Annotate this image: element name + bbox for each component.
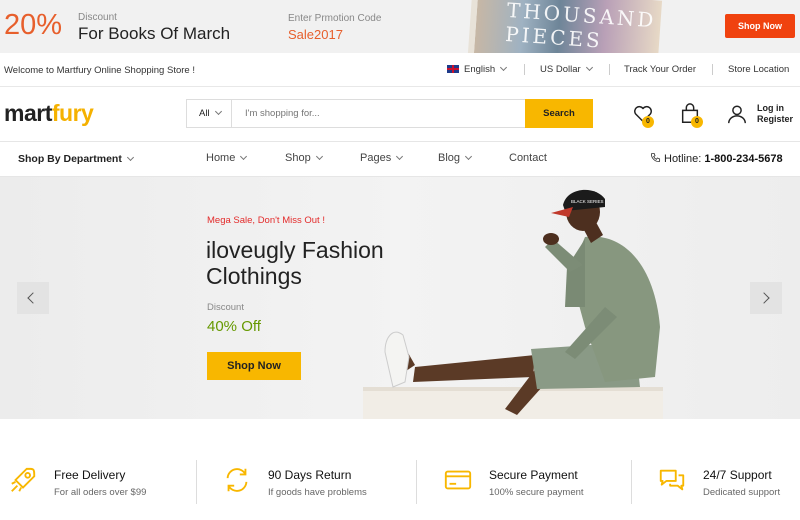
divider — [196, 460, 197, 504]
feature-title: 24/7 Support — [703, 468, 772, 482]
cart-button[interactable]: 0 — [679, 103, 703, 128]
promo-code: Sale2017 — [288, 27, 343, 42]
logo-part-mart: mart — [4, 100, 52, 126]
feature-title: Free Delivery — [54, 468, 126, 482]
feature-subtitle: If goods have problems — [268, 487, 367, 498]
promo-banner: 20% Discount For Books Of March Enter Pr… — [0, 0, 800, 53]
track-order-link[interactable]: Track Your Order — [624, 64, 696, 75]
nav-item-home[interactable]: Home — [206, 152, 248, 164]
currency-label: US Dollar — [540, 64, 581, 75]
slider-prev-button[interactable] — [17, 282, 49, 314]
register-link[interactable]: Register — [757, 114, 793, 125]
currency-selector[interactable]: US Dollar — [540, 63, 593, 75]
nav-label: Home — [206, 152, 236, 164]
chevron-down-icon — [396, 152, 404, 161]
hotline: Hotline: 1-800-234-5678 — [650, 152, 783, 165]
department-label: Shop By Department — [18, 153, 122, 165]
welcome-message: Welcome to Martfury Online Shopping Stor… — [4, 65, 195, 76]
shop-by-department-menu[interactable]: Shop By Department — [18, 153, 134, 165]
login-register[interactable]: Log in Register — [757, 103, 793, 125]
divider — [712, 64, 713, 75]
divider — [416, 460, 417, 504]
language-label: English — [464, 64, 496, 75]
account-button[interactable] — [726, 103, 748, 125]
cart-count-badge: 0 — [691, 116, 703, 128]
chevron-down-icon — [500, 63, 508, 72]
slider-next-button[interactable] — [750, 282, 782, 314]
divider — [524, 64, 525, 75]
chevron-down-icon — [315, 152, 323, 161]
promo-shop-now-button[interactable]: Shop Now — [725, 14, 795, 38]
chevron-left-icon — [27, 292, 39, 304]
main-nav: Shop By Department Home Shop Pages Blog … — [0, 143, 800, 177]
book-cover-text: THOUSAND PIECES — [504, 0, 658, 53]
wishlist-button[interactable]: 0 — [632, 103, 654, 128]
nav-item-pages[interactable]: Pages — [360, 152, 404, 164]
rocket-icon — [11, 467, 36, 492]
nav-item-contact[interactable]: Contact — [509, 152, 547, 164]
feature-title: Secure Payment — [489, 468, 578, 482]
hero-kicker: Mega Sale, Don't Miss Out ! — [207, 215, 325, 226]
feature-subtitle: Dedicated support — [703, 487, 781, 498]
search-button[interactable]: Search — [525, 99, 593, 128]
hero-slider: Mega Sale, Don't Miss Out ! iloveugly Fa… — [0, 177, 800, 419]
divider — [609, 64, 610, 75]
features-bar: Free Delivery For all oders over $99 90 … — [0, 455, 800, 515]
chevron-down-icon — [585, 63, 593, 72]
search-category-select[interactable]: All — [187, 100, 232, 127]
divider — [631, 460, 632, 504]
store-location-link[interactable]: Store Location — [728, 64, 789, 75]
login-link[interactable]: Log in — [757, 103, 793, 114]
nav-label: Blog — [438, 152, 461, 164]
chevron-down-icon — [240, 152, 248, 161]
nav-item-blog[interactable]: Blog — [438, 152, 473, 164]
chevron-down-icon — [126, 153, 134, 162]
logo-part-fury: fury — [51, 100, 94, 126]
hero-shop-now-button[interactable]: Shop Now — [207, 352, 301, 380]
hotline-number: 1-800-234-5678 — [704, 153, 783, 165]
search-bar: All Search — [186, 99, 593, 128]
return-icon — [226, 468, 248, 492]
promo-discount-label: Discount — [78, 12, 117, 23]
book-image: THOUSAND PIECES — [467, 0, 663, 53]
chevron-right-icon — [758, 292, 770, 304]
language-selector[interactable]: English — [447, 63, 508, 75]
hotline-label: Hotline: — [664, 153, 702, 165]
feature-title: 90 Days Return — [268, 468, 352, 482]
nav-label: Pages — [360, 152, 392, 164]
promo-discount-title: For Books Of March — [78, 24, 231, 43]
hero-model-image: BLACK SERIES — [363, 189, 663, 419]
promo-code-label: Enter Prmotion Code — [288, 13, 382, 24]
feature-subtitle: For all oders over $99 — [54, 487, 147, 498]
hero-discount-label: Discount — [207, 302, 244, 313]
feature-subtitle: 100% secure payment — [489, 487, 584, 498]
top-links-bar: Welcome to Martfury Online Shopping Stor… — [0, 53, 800, 87]
nav-item-shop[interactable]: Shop — [285, 152, 323, 164]
support-chat-icon — [659, 469, 685, 491]
uk-flag-icon — [447, 65, 459, 73]
promo-percent: 20% — [4, 9, 63, 41]
nav-label: Shop — [285, 152, 311, 164]
chevron-down-icon — [464, 152, 473, 161]
search-category-label: All — [199, 108, 210, 119]
logo[interactable]: martfury — [4, 100, 94, 127]
search-input[interactable] — [233, 100, 525, 127]
phone-icon — [650, 152, 661, 163]
user-icon — [728, 105, 746, 124]
wishlist-count-badge: 0 — [642, 116, 654, 128]
main-header: martfury All Search 0 0 Log in Register — [0, 88, 800, 142]
cap-text: BLACK SERIES — [571, 199, 604, 204]
chevron-down-icon — [214, 107, 222, 116]
credit-card-icon — [444, 470, 472, 490]
hero-discount-value: 40% Off — [207, 318, 261, 335]
